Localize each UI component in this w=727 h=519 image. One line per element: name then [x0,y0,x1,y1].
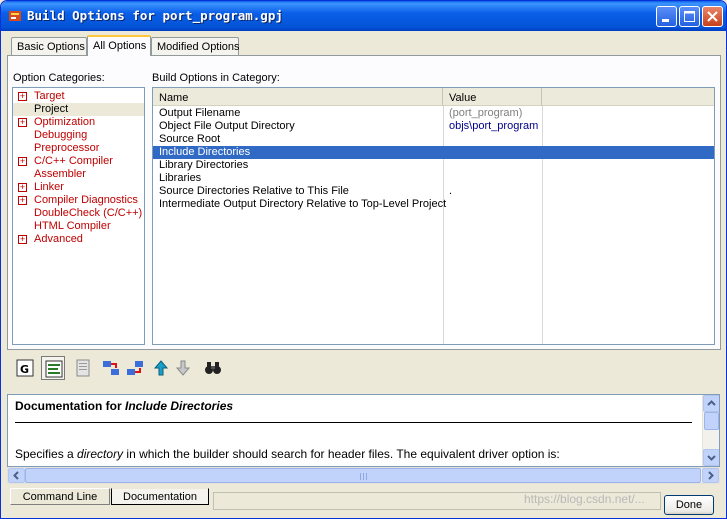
move-down-button[interactable] [171,356,195,380]
expand-icon[interactable]: + [18,92,27,101]
expand-all-button[interactable] [99,356,123,380]
category-item-doublecheck[interactable]: DoubleCheck (C/C++) [13,207,144,220]
column-header-name[interactable]: Name [153,88,443,106]
category-item-preprocessor[interactable]: Preprocessor [13,142,144,155]
category-item-debugging[interactable]: Debugging [13,129,144,142]
find-button[interactable] [201,356,225,380]
expand-icon[interactable]: + [18,235,27,244]
binoculars-icon [205,362,221,374]
chevron-right-icon [708,471,714,480]
maximize-button[interactable] [679,6,700,27]
expand-icon[interactable]: + [18,157,27,166]
build-options-window: Build Options for port_program.gpj Basic… [0,0,727,519]
tab-command-line[interactable]: Command Line [10,488,110,505]
options-toolbar: G [11,355,241,381]
collapse-all-button[interactable] [123,356,147,380]
chevron-left-icon [13,471,19,480]
scroll-thumb[interactable] [25,468,701,483]
arrow-up-icon [153,360,169,376]
arrow-down-icon [175,360,191,376]
build-options-label: Build Options in Category: [152,72,280,84]
category-item-optimization[interactable]: + Optimization [13,116,144,129]
category-item-assembler[interactable]: Assembler [13,168,144,181]
clear-options-button[interactable] [71,356,95,380]
category-item-advanced[interactable]: + Advanced [13,233,144,246]
tab-basic-options[interactable]: Basic Options [11,37,87,55]
tab-modified-options[interactable]: Modified Options [151,37,240,55]
minimize-button[interactable] [656,6,677,27]
table-row[interactable]: Object File Output Directory objs\port_p… [153,120,714,133]
column-header-value[interactable]: Value [443,88,542,106]
category-item-linker[interactable]: + Linker [13,181,144,194]
expand-icon[interactable]: + [18,118,27,127]
build-options-table[interactable]: Name Value Output Filename (port_program… [152,87,715,345]
maximize-icon [684,11,695,22]
app-icon [9,11,21,21]
category-item-project[interactable]: Project [13,103,144,116]
scroll-right-button[interactable] [702,468,719,483]
horizontal-scrollbar[interactable] [7,467,720,484]
done-button[interactable]: Done [664,495,714,515]
window-title: Build Options for port_program.gpj [27,8,283,23]
documentation-pane[interactable]: Documentation for Include Directories Sp… [7,394,720,467]
documentation-title: Documentation for Include Directories [15,399,234,413]
divider [15,422,692,423]
scroll-down-button[interactable] [703,449,719,466]
chevron-up-icon [707,400,716,406]
table-row[interactable]: Source Root [153,133,714,146]
chevron-down-icon [707,455,716,461]
table-row[interactable]: Libraries [153,172,714,185]
table-row[interactable]: Source Directories Relative to This File… [153,185,714,198]
category-item-target[interactable]: + Target [13,90,144,103]
show-driver-options-button[interactable] [41,356,65,380]
scroll-left-button[interactable] [8,468,25,483]
option-categories-list[interactable]: + Target Project + Optimization Debuggin… [12,87,145,345]
close-button[interactable] [702,6,723,27]
all-options-panel: Option Categories: Build Options in Cate… [7,55,721,350]
gui-names-icon: G [16,359,34,377]
scroll-up-button[interactable] [703,395,719,412]
minimize-icon [662,19,669,22]
table-header: Name Value [153,88,714,106]
document-icon [76,359,90,377]
tab-documentation[interactable]: Documentation [111,488,209,505]
collapse-all-icon [127,361,143,375]
show-gui-names-button[interactable]: G [13,356,37,380]
watermark-text: https://blog.csdn.net/... [524,492,645,506]
table-row[interactable]: Library Directories [153,159,714,172]
table-row[interactable]: Intermediate Output Directory Relative t… [153,198,714,211]
title-bar[interactable]: Build Options for port_program.gpj [1,1,726,31]
category-item-cpp-compiler[interactable]: + C/C++ Compiler [13,155,144,168]
expand-icon[interactable]: + [18,183,27,192]
scroll-thumb[interactable] [704,412,719,430]
table-row-selected[interactable]: Include Directories [153,146,714,159]
documentation-text: Specifies a directory in which the build… [15,447,560,461]
option-categories-label: Option Categories: [13,72,105,84]
category-item-html-compiler[interactable]: HTML Compiler [13,220,144,233]
expand-all-icon [103,361,119,375]
move-up-button[interactable] [149,356,173,380]
close-icon [707,11,718,22]
category-item-compiler-diagnostics[interactable]: + Compiler Diagnostics [13,194,144,207]
table-row[interactable]: Output Filename (port_program) [153,107,714,120]
tab-all-options[interactable]: All Options [87,35,151,56]
vertical-scrollbar[interactable] [702,395,719,466]
driver-options-icon [45,360,63,378]
svg-text:G: G [20,363,29,376]
expand-icon[interactable]: + [18,196,27,205]
